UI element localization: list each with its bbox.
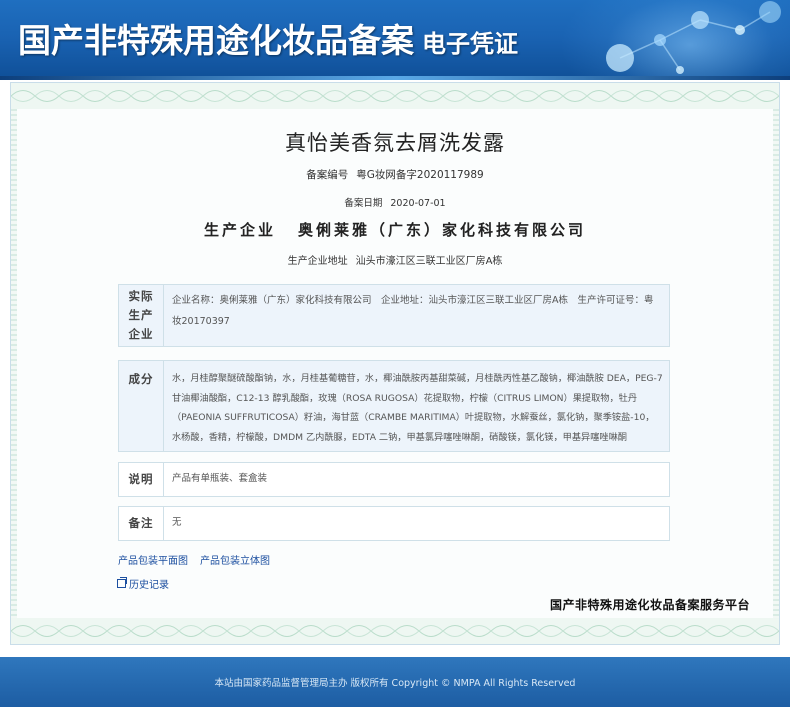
description-label: 说明 <box>119 463 164 496</box>
molecule-graphic <box>606 1 781 74</box>
registration-date-label: 备案日期 <box>344 198 383 209</box>
stereo-package-image-link[interactable]: 产品包装立体图 <box>200 556 270 567</box>
footer: 本站由国家药品监督管理局主办 版权所有 Copyright © NMPA All… <box>0 657 790 707</box>
company-name: 奥俐莱雅（广东）家化科技有限公司 <box>298 221 587 239</box>
company-address-value: 汕头市濠江区三联工业区厂房A栋 <box>355 256 503 267</box>
registration-date-value: 2020-07-01 <box>390 198 446 209</box>
actual-producer-box: 实际生产企业 企业名称：奥俐莱雅（广东）家化科技有限公司 企业地址：汕头市濠江区… <box>118 284 670 347</box>
guilloche-border-left <box>11 109 17 618</box>
flat-package-image-link[interactable]: 产品包装平面图 <box>118 556 188 567</box>
ingredients-label: 成分 <box>119 361 164 451</box>
company-label: 生产企业 <box>203 221 276 239</box>
banner-title: 国产非特殊用途化妆品备案 电子凭证 <box>18 14 518 62</box>
ingredients-box: 成分 水，月桂醇聚醚硫酸酯钠，水，月桂基葡糖苷，水，椰油酰胺丙基甜菜碱，月桂酰丙… <box>118 360 670 452</box>
remark-text: 无 <box>172 517 182 529</box>
registration-number-line: 备案编号 粤G妆网备字2020117989 <box>0 167 790 182</box>
banner-divider <box>0 76 790 80</box>
guilloche-border-bottom <box>11 618 779 644</box>
footer-copyright: 本站由国家药品监督管理局主办 版权所有 Copyright © NMPA All… <box>214 678 576 689</box>
header-banner: 国产非特殊用途化妆品备案 电子凭证 <box>0 0 790 80</box>
history-link[interactable]: 历史记录 <box>117 576 169 591</box>
package-image-links: 产品包装平面图 产品包装立体图 <box>118 552 282 567</box>
description-text: 产品有单瓶装、套盒装 <box>172 473 268 485</box>
remark-box: 备注 无 <box>118 506 670 541</box>
external-link-icon <box>117 577 127 588</box>
product-name: 真怡美香氛去屑洗发露 <box>285 131 505 155</box>
company-address-label: 生产企业地址 <box>287 256 348 267</box>
actual-producer-label: 实际生产企业 <box>119 285 164 346</box>
banner-main-title: 国产非特殊用途化妆品备案 <box>18 21 414 60</box>
history-link-label: 历史记录 <box>129 580 169 591</box>
remark-label: 备注 <box>119 507 164 540</box>
registration-date-line: 备案日期 2020-07-01 <box>0 195 790 209</box>
footer-spacer <box>0 707 790 727</box>
guilloche-border-top <box>11 83 779 109</box>
guilloche-border-right <box>773 109 779 618</box>
ingredients-text: 水，月桂醇聚醚硫酸酯钠，水，月桂基葡糖苷，水，椰油酰胺丙基甜菜碱，月桂酰丙性基乙… <box>172 373 663 444</box>
company-line: 生产企业 奥俐莱雅（广东）家化科技有限公司 <box>0 219 790 240</box>
registration-number-value: 粤G妆网备字2020117989 <box>356 169 484 181</box>
company-address-line: 生产企业地址 汕头市濠江区三联工业区厂房A栋 <box>0 252 790 267</box>
banner-subtitle: 电子凭证 <box>422 29 518 58</box>
registration-number-label: 备案编号 <box>306 169 349 181</box>
description-box: 说明 产品有单瓶装、套盒装 <box>118 462 670 497</box>
actual-producer-text: 企业名称：奥俐莱雅（广东）家化科技有限公司 企业地址：汕头市濠江区三联工业区厂房… <box>172 295 654 327</box>
platform-name: 国产非特殊用途化妆品备案服务平台 <box>549 598 750 612</box>
